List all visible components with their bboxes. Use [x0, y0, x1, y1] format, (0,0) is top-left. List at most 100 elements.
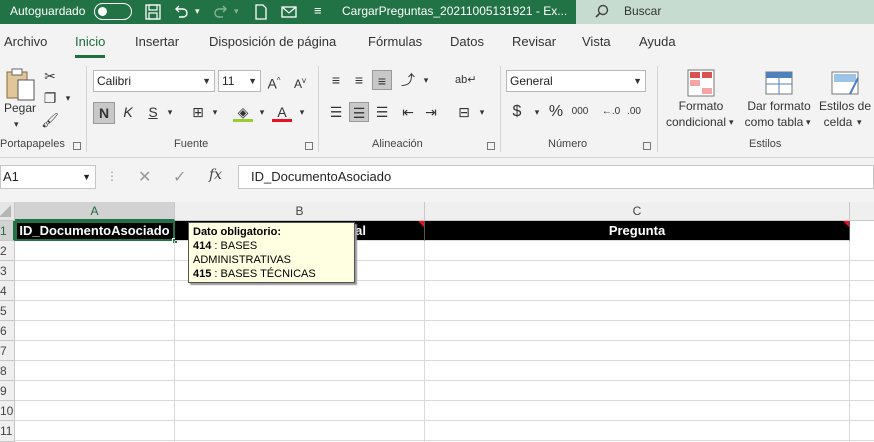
align-center-icon[interactable]: ☰ — [349, 102, 369, 122]
orientation-dropdown-icon[interactable]: ▾ — [416, 70, 436, 90]
conditional-format-label-1[interactable]: Formato — [665, 98, 737, 114]
row-header[interactable]: 7 — [0, 341, 15, 361]
increase-decimal-icon[interactable]: ←.0 — [601, 102, 621, 122]
orientation-icon[interactable]: ⤴ — [398, 70, 418, 90]
font-size-select[interactable]: 11 ▼ — [218, 70, 261, 92]
row-header[interactable]: 3 — [0, 261, 15, 281]
increase-font-icon[interactable]: A^ — [264, 71, 284, 92]
row-header[interactable]: 8 — [0, 361, 15, 381]
select-all-corner[interactable] — [0, 202, 15, 221]
wrap-text-icon[interactable]: ab↵ — [455, 70, 476, 90]
tab-datos[interactable]: Datos — [450, 34, 484, 49]
paste-dropdown-icon[interactable]: ▾ — [14, 116, 19, 132]
font-color-dropdown-icon[interactable]: ▾ — [292, 102, 312, 122]
cell-styles-icon[interactable] — [830, 68, 860, 98]
tab-disposicion[interactable]: Disposición de página — [209, 34, 336, 49]
italic-button[interactable]: K — [118, 102, 138, 122]
borders-dropdown-icon[interactable]: ▾ — [205, 102, 225, 122]
column-header-d[interactable] — [850, 202, 874, 221]
more-options-icon[interactable]: ⋮ — [106, 169, 118, 183]
decrease-indent-icon[interactable]: ⇤ — [398, 102, 418, 122]
cell-c1[interactable]: Pregunta — [425, 221, 850, 241]
chevron-down-icon[interactable]: ▼ — [82, 166, 91, 188]
row-header[interactable]: 11 — [0, 421, 15, 442]
format-as-table-icon[interactable] — [764, 68, 794, 98]
row-header[interactable]: 5 — [0, 301, 15, 321]
alignment-launcher-icon[interactable] — [487, 142, 495, 150]
tab-inicio[interactable]: Inicio — [75, 34, 106, 58]
decrease-decimal-icon[interactable]: .00 — [624, 102, 644, 122]
paste-icon[interactable] — [4, 66, 38, 102]
merge-dropdown-icon[interactable]: ▾ — [472, 102, 492, 122]
email-icon[interactable] — [280, 3, 298, 21]
undo-icon[interactable] — [172, 3, 190, 21]
currency-dropdown-icon[interactable]: ▾ — [527, 102, 547, 122]
select-all-triangle-icon — [0, 205, 11, 217]
name-box[interactable]: A1 ▼ — [0, 165, 96, 189]
undo-dropdown-icon[interactable]: ▾ — [195, 0, 200, 24]
tab-vista[interactable]: Vista — [582, 34, 611, 49]
column-header-a[interactable]: A — [15, 202, 175, 221]
tab-formulas[interactable]: Fórmulas — [368, 34, 422, 49]
new-file-icon[interactable] — [252, 3, 270, 21]
format-as-table-label-1[interactable]: Dar formato — [746, 98, 812, 114]
font-color-icon[interactable]: A — [272, 102, 292, 122]
decrease-font-icon[interactable]: Av — [290, 71, 310, 91]
clipboard-launcher-icon[interactable] — [73, 142, 81, 150]
autosave-toggle[interactable] — [94, 3, 132, 20]
align-middle-icon[interactable]: ≡ — [349, 70, 369, 90]
underline-dropdown-icon[interactable]: ▾ — [160, 102, 180, 122]
align-left-icon[interactable]: ☰ — [326, 102, 346, 122]
percent-button[interactable]: % — [546, 102, 566, 122]
conditional-format-label-2[interactable]: condicional — [664, 114, 728, 130]
row-header[interactable]: 6 — [0, 321, 15, 341]
save-icon[interactable] — [144, 3, 162, 21]
font-launcher-icon[interactable] — [305, 142, 313, 150]
number-launcher-icon[interactable] — [643, 142, 651, 150]
paste-label[interactable]: Pegar — [4, 100, 36, 116]
tab-archivo[interactable]: Archivo — [4, 34, 47, 49]
formula-input[interactable]: ID_DocumentoAsociado — [238, 165, 874, 189]
row-header[interactable]: 10 — [0, 401, 15, 421]
autosave-label: Autoguardado — [10, 4, 86, 18]
insert-function-icon[interactable]: fx — [209, 167, 222, 183]
number-format-select[interactable]: General ▼ — [506, 70, 646, 92]
tab-ayuda[interactable]: Ayuda — [639, 34, 676, 49]
chevron-down-icon[interactable]: ▾ — [857, 114, 862, 130]
search-box[interactable]: Buscar — [576, 0, 874, 24]
cut-icon[interactable]: ✂ — [40, 66, 60, 86]
currency-button[interactable]: $ — [507, 102, 527, 122]
chevron-down-icon[interactable]: ▾ — [806, 114, 811, 130]
column-header-c[interactable]: C — [425, 202, 850, 221]
copy-dropdown-icon[interactable]: ▾ — [58, 88, 78, 108]
bold-button[interactable]: N — [93, 102, 115, 124]
row-header[interactable]: 4 — [0, 281, 15, 301]
thousands-button[interactable]: 000 — [570, 102, 590, 122]
font-name-value: Calibri — [97, 74, 132, 88]
format-painter-icon[interactable]: 🖌 — [40, 110, 60, 130]
tab-revisar[interactable]: Revisar — [512, 34, 556, 49]
cell-styles-label-2[interactable]: celda — [818, 114, 858, 130]
format-as-table-label-2[interactable]: como tabla — [743, 114, 805, 130]
align-right-icon[interactable]: ☰ — [372, 102, 392, 122]
customize-toolbar-icon[interactable]: ≡ — [314, 0, 322, 24]
align-top-icon[interactable]: ≡ — [326, 70, 346, 90]
fill-color-icon[interactable]: ◈ — [233, 102, 253, 122]
fill-color-dropdown-icon[interactable]: ▾ — [252, 102, 272, 122]
row-header[interactable]: 9 — [0, 381, 15, 401]
merge-center-icon[interactable]: ⊟ — [454, 102, 474, 122]
window-title: CargarPreguntas_20211005131921 - Ex... — [342, 4, 568, 18]
cell-a1[interactable]: ID_DocumentoAsociado — [15, 221, 178, 244]
tab-insertar[interactable]: Insertar — [135, 34, 179, 49]
row-header[interactable]: 1 — [0, 221, 15, 241]
chevron-down-icon[interactable]: ▾ — [729, 114, 734, 130]
column-header-b[interactable]: B — [175, 202, 425, 221]
empty-cells-area[interactable] — [15, 241, 874, 442]
conditional-format-icon[interactable] — [686, 68, 716, 98]
font-name-select[interactable]: Calibri ▼ — [93, 70, 215, 92]
align-bottom-icon[interactable]: ≡ — [372, 70, 392, 90]
copy-icon[interactable]: ❐ — [40, 88, 60, 108]
cell-styles-label-1[interactable]: Estilos de — [818, 98, 872, 114]
increase-indent-icon[interactable]: ⇥ — [421, 102, 441, 122]
row-header[interactable]: 2 — [0, 241, 15, 261]
